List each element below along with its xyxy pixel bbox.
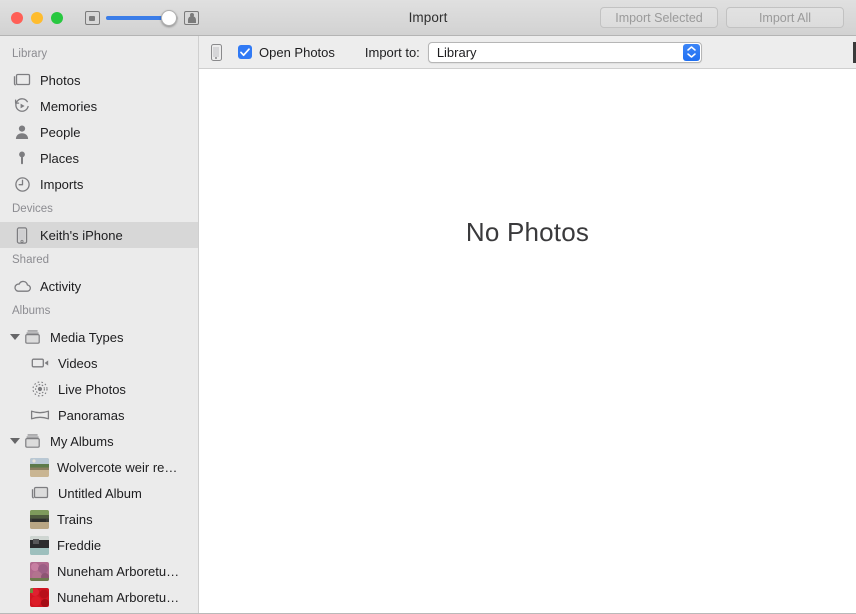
import-to-value: Library <box>436 44 477 60</box>
sidebar-item-label: People <box>40 124 81 140</box>
sidebar-item-activity[interactable]: Activity <box>0 273 198 299</box>
main-panel: Open Photos Import to: Library No Photos <box>199 36 856 613</box>
sidebar-section-library: Library <box>12 48 48 60</box>
panorama-icon <box>30 405 50 425</box>
sidebar-item-label: Trains <box>57 511 93 527</box>
sidebar-item-label: Places <box>40 150 80 166</box>
photos-icon <box>12 70 32 90</box>
sidebar-item-label: Imports <box>40 176 84 192</box>
iphone-icon <box>211 43 222 61</box>
albums-stack-icon <box>22 431 42 451</box>
sidebar-item-live-photos[interactable]: Live Photos <box>0 376 198 402</box>
zoom-slider-track[interactable] <box>106 9 178 26</box>
import-to-label: Import to: <box>364 44 420 60</box>
sidebar-item-keiths-iphone[interactable]: Keith's iPhone <box>0 222 198 248</box>
sidebar-item-label: My Albums <box>50 433 114 449</box>
sidebar-item-label: Live Photos <box>58 381 126 397</box>
album-thumbnail <box>30 561 49 581</box>
sidebar-section-albums: Albums <box>12 305 51 317</box>
open-photos-checkbox[interactable] <box>238 45 252 59</box>
sidebar-item-label: Wolvercote weir re… <box>57 459 178 475</box>
albums-stack-icon <box>22 327 42 347</box>
empty-state-message: No Photos <box>465 217 590 247</box>
album-thumbnail <box>30 457 49 477</box>
open-photos-label: Open Photos <box>259 44 335 60</box>
sidebar-item-label: Untitled Album <box>58 485 142 501</box>
sidebar-item-people[interactable]: People <box>0 119 198 145</box>
sidebar-group-my-albums[interactable]: My Albums <box>0 428 198 454</box>
large-thumbnail-icon <box>184 10 199 25</box>
import-toolbar: Open Photos Import to: Library <box>199 36 856 69</box>
album-thumbnail <box>30 535 49 555</box>
sidebar-item-label: Memories <box>40 98 98 114</box>
sidebar-item-album-freddie[interactable]: Freddie <box>0 532 198 558</box>
memories-icon <box>12 96 32 116</box>
sidebar-item-label: Freddie <box>57 537 102 553</box>
photos-icon <box>30 483 50 503</box>
sidebar-section-devices: Devices <box>12 203 53 215</box>
close-button-icon[interactable] <box>11 11 23 24</box>
imports-icon <box>12 174 32 194</box>
album-thumbnail <box>30 587 49 607</box>
iphone-icon <box>12 225 32 245</box>
places-icon <box>12 148 32 168</box>
minimize-button-icon[interactable] <box>31 11 43 24</box>
window-body: Library Photos Memories People Places Im… <box>0 36 856 613</box>
import-selected-button[interactable]: Import Selected <box>600 7 718 28</box>
chevron-updown-icon[interactable] <box>682 43 700 61</box>
sidebar-item-album-wolvercote[interactable]: Wolvercote weir re… <box>0 454 198 480</box>
sidebar-item-label: Nuneham Arboretu… <box>57 589 180 605</box>
import-to-select[interactable]: Library <box>427 41 702 63</box>
photo-grid-area: No Photos <box>199 69 856 613</box>
sidebar-item-memories[interactable]: Memories <box>0 93 198 119</box>
live-photos-icon <box>30 379 50 399</box>
thumbnail-zoom-slider[interactable] <box>85 9 199 26</box>
title-bar-actions: Import Selected Import All <box>600 7 844 28</box>
sidebar-section-shared: Shared <box>12 254 50 266</box>
video-icon <box>30 353 50 373</box>
small-thumbnail-icon <box>85 10 100 25</box>
photos-import-window: Import Import Selected Import All Librar… <box>0 0 856 614</box>
chevron-down-icon[interactable] <box>8 334 21 340</box>
sidebar-item-label: Keith's iPhone <box>40 227 123 243</box>
sidebar-item-label: Activity <box>40 278 82 294</box>
sidebar-item-album-untitled[interactable]: Untitled Album <box>0 480 198 506</box>
sidebar-item-label: Media Types <box>50 329 124 345</box>
sidebar-item-album-nuneham-1[interactable]: Nuneham Arboretu… <box>0 558 198 584</box>
zoom-slider-knob[interactable] <box>161 9 177 26</box>
traffic-light-group <box>11 11 63 24</box>
sidebar-item-album-nuneham-2[interactable]: Nuneham Arboretu… <box>0 584 198 610</box>
import-all-button[interactable]: Import All <box>726 7 844 28</box>
cloud-icon <box>12 276 32 296</box>
zoom-button-icon[interactable] <box>51 11 63 24</box>
sidebar-item-imports[interactable]: Imports <box>0 171 198 197</box>
sidebar-item-album-trains[interactable]: Trains <box>0 506 198 532</box>
album-thumbnail <box>30 509 49 529</box>
sidebar-item-label: Nuneham Arboretu… <box>57 563 180 579</box>
sidebar: Library Photos Memories People Places Im… <box>0 36 199 613</box>
sidebar-item-photos[interactable]: Photos <box>0 67 198 93</box>
chevron-down-icon[interactable] <box>8 438 21 444</box>
people-icon <box>12 122 32 142</box>
sidebar-item-label: Photos <box>40 72 81 88</box>
zoom-slider-fill <box>106 15 168 20</box>
sidebar-item-videos[interactable]: Videos <box>0 350 198 376</box>
sidebar-item-panoramas[interactable]: Panoramas <box>0 402 198 428</box>
sidebar-item-label: Panoramas <box>58 407 125 423</box>
sidebar-group-media-types[interactable]: Media Types <box>0 324 198 350</box>
sidebar-item-label: Videos <box>58 355 98 371</box>
sidebar-item-places[interactable]: Places <box>0 145 198 171</box>
open-photos-checkbox-row[interactable]: Open Photos <box>238 45 335 60</box>
title-bar: Import Import Selected Import All <box>0 0 856 36</box>
